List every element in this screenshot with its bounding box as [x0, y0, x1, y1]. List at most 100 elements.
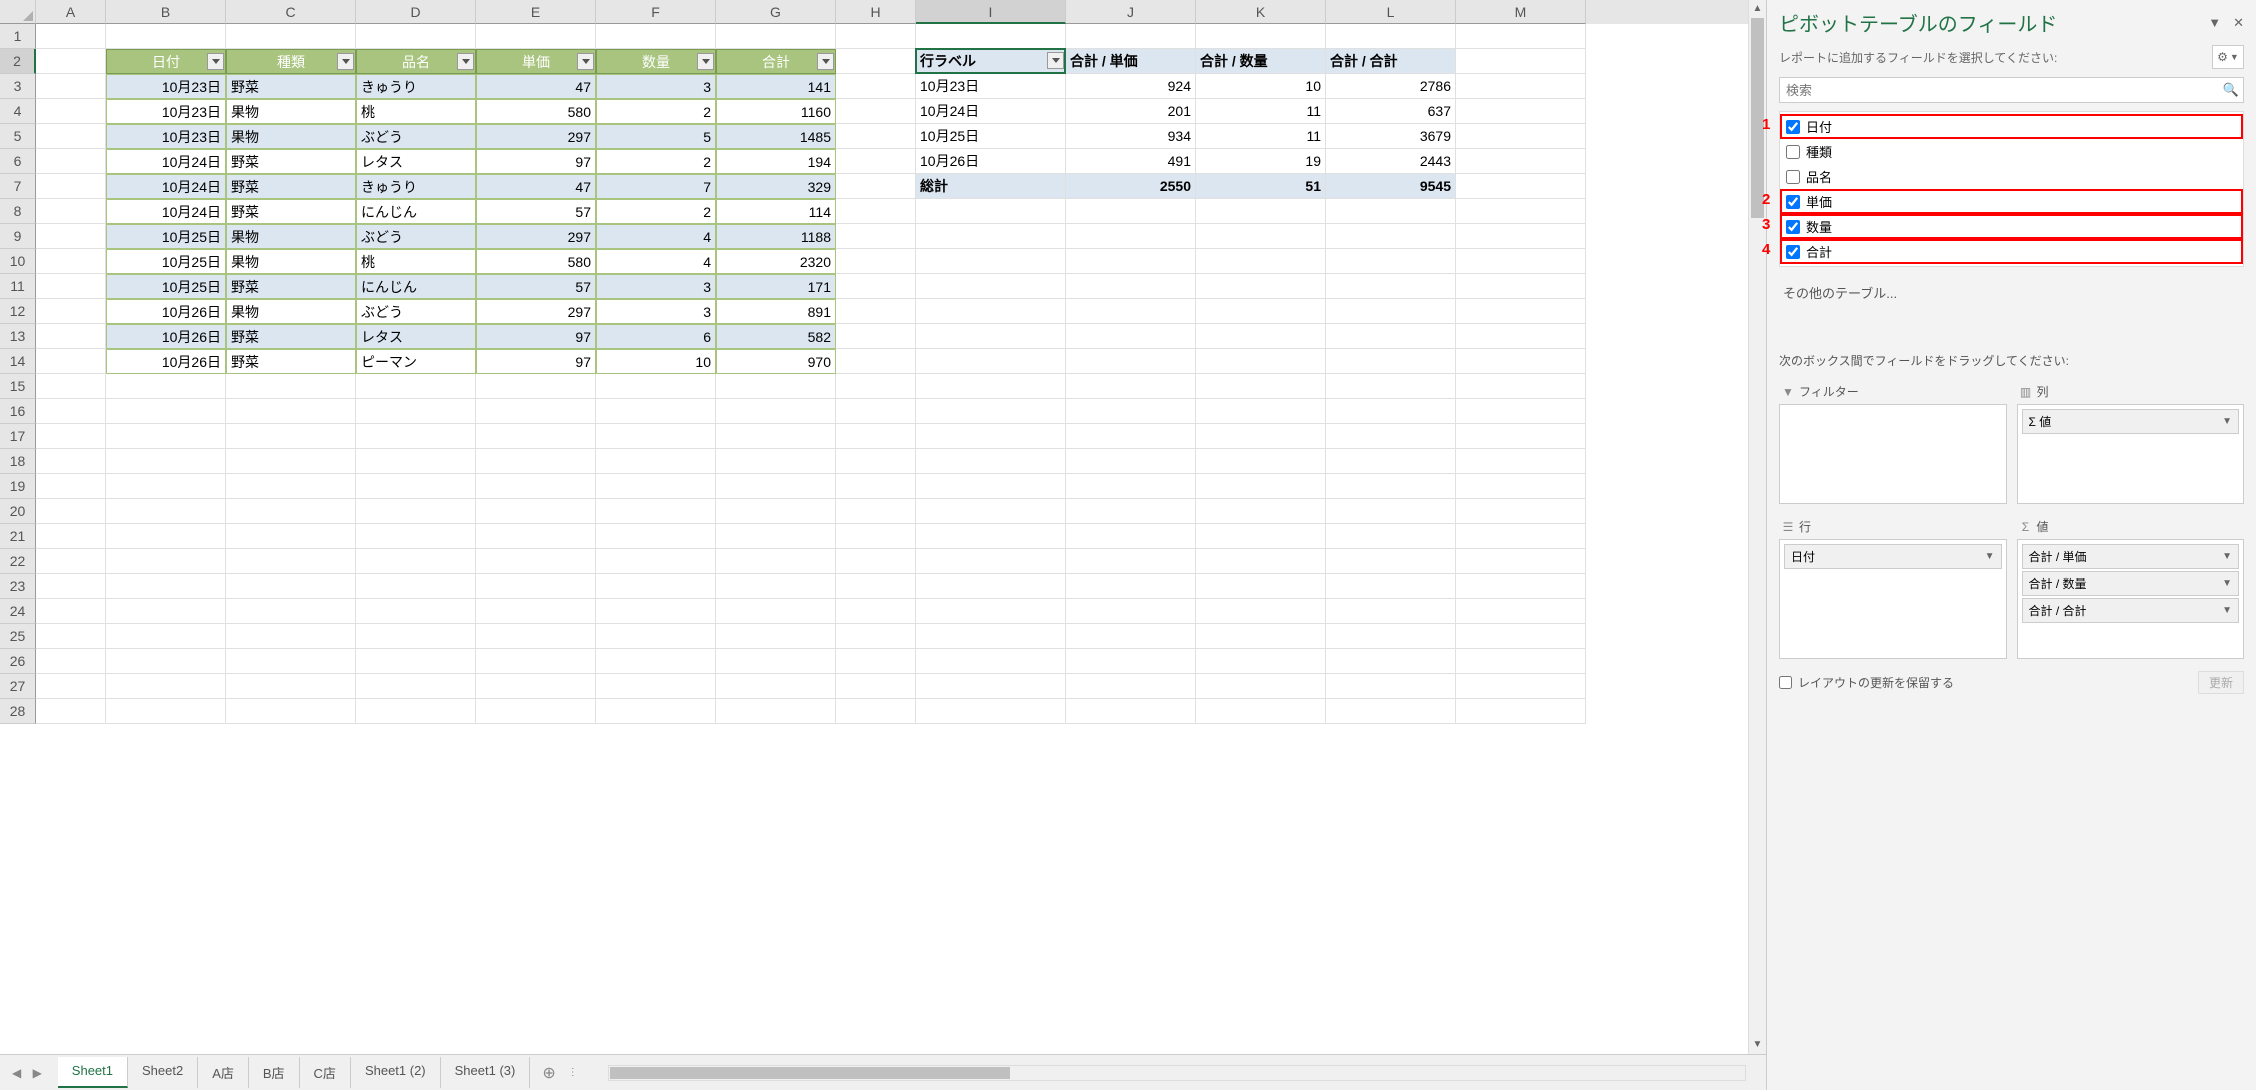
field-checkbox-種類[interactable] [1786, 145, 1800, 159]
cell-H27[interactable] [836, 674, 916, 699]
cell-F17[interactable] [596, 424, 716, 449]
cell-H17[interactable] [836, 424, 916, 449]
cell-K25[interactable] [1196, 624, 1326, 649]
cell-A14[interactable] [36, 349, 106, 374]
table-total[interactable]: 329 [716, 174, 836, 199]
cell-C15[interactable] [226, 374, 356, 399]
cell-D19[interactable] [356, 474, 476, 499]
cell-M22[interactable] [1456, 549, 1586, 574]
table-qty[interactable]: 5 [596, 124, 716, 149]
cell-H1[interactable] [836, 24, 916, 49]
chevron-down-icon[interactable]: ▼ [2222, 578, 2232, 589]
cell-C27[interactable] [226, 674, 356, 699]
cell-L21[interactable] [1326, 524, 1456, 549]
field-item-合計[interactable]: 合計4 [1780, 239, 2243, 264]
cell-A18[interactable] [36, 449, 106, 474]
pivot-price[interactable]: 934 [1066, 124, 1196, 149]
cell-J20[interactable] [1066, 499, 1196, 524]
table-name[interactable]: 桃 [356, 99, 476, 124]
cell-F27[interactable] [596, 674, 716, 699]
cell-A24[interactable] [36, 599, 106, 624]
cell-A28[interactable] [36, 699, 106, 724]
table-name[interactable]: きゅうり [356, 174, 476, 199]
cell-J13[interactable] [1066, 324, 1196, 349]
cell-A22[interactable] [36, 549, 106, 574]
horizontal-scrollbar[interactable] [608, 1065, 1746, 1081]
field-checkbox-数量[interactable] [1786, 220, 1800, 234]
cell-M27[interactable] [1456, 674, 1586, 699]
table-qty[interactable]: 6 [596, 324, 716, 349]
row-header-22[interactable]: 22 [0, 549, 36, 574]
cell-L25[interactable] [1326, 624, 1456, 649]
cell-D21[interactable] [356, 524, 476, 549]
cell-B16[interactable] [106, 399, 226, 424]
cell-L19[interactable] [1326, 474, 1456, 499]
cell-A9[interactable] [36, 224, 106, 249]
table-date[interactable]: 10月26日 [106, 324, 226, 349]
vertical-scrollbar[interactable]: ▲ ▼ [1748, 0, 1766, 1054]
cell-A1[interactable] [36, 24, 106, 49]
table-kind[interactable]: 果物 [226, 99, 356, 124]
cell-M28[interactable] [1456, 699, 1586, 724]
table-name[interactable]: きゅうり [356, 74, 476, 99]
pivot-price[interactable]: 201 [1066, 99, 1196, 124]
pivot-filter-dropdown[interactable] [1047, 52, 1064, 69]
cell-G15[interactable] [716, 374, 836, 399]
cell-C21[interactable] [226, 524, 356, 549]
cell-K21[interactable] [1196, 524, 1326, 549]
pivot-grand-total[interactable]: 9545 [1326, 174, 1456, 199]
cell-G26[interactable] [716, 649, 836, 674]
field-checkbox-品名[interactable] [1786, 170, 1800, 184]
cell-G25[interactable] [716, 624, 836, 649]
row-header-24[interactable]: 24 [0, 599, 36, 624]
table-total[interactable]: 114 [716, 199, 836, 224]
row-header-1[interactable]: 1 [0, 24, 36, 49]
table-total[interactable]: 1160 [716, 99, 836, 124]
column-header-E[interactable]: E [476, 0, 596, 24]
cell-M26[interactable] [1456, 649, 1586, 674]
cell-M17[interactable] [1456, 424, 1586, 449]
cell-E23[interactable] [476, 574, 596, 599]
defer-layout-checkbox[interactable]: レイアウトの更新を保留する [1779, 674, 1954, 691]
cell-H21[interactable] [836, 524, 916, 549]
field-item-数量[interactable]: 数量3 [1780, 214, 2243, 239]
pivot-qty[interactable]: 19 [1196, 149, 1326, 174]
table-name[interactable]: ぶどう [356, 124, 476, 149]
cell-M5[interactable] [1456, 124, 1586, 149]
cell-A11[interactable] [36, 274, 106, 299]
cell-I26[interactable] [916, 649, 1066, 674]
table-price[interactable]: 47 [476, 174, 596, 199]
cell-D22[interactable] [356, 549, 476, 574]
cell-M4[interactable] [1456, 99, 1586, 124]
cell-H25[interactable] [836, 624, 916, 649]
pivot-date[interactable]: 10月24日 [916, 99, 1066, 124]
cell-F16[interactable] [596, 399, 716, 424]
cell-H2[interactable] [836, 49, 916, 74]
sheet-tab-C店[interactable]: C店 [300, 1057, 351, 1088]
cell-G28[interactable] [716, 699, 836, 724]
cell-J27[interactable] [1066, 674, 1196, 699]
cell-K18[interactable] [1196, 449, 1326, 474]
table-price[interactable]: 57 [476, 274, 596, 299]
table-header-1[interactable]: 種類 [226, 49, 356, 74]
cell-A12[interactable] [36, 299, 106, 324]
cell-E15[interactable] [476, 374, 596, 399]
row-header-14[interactable]: 14 [0, 349, 36, 374]
cell-J25[interactable] [1066, 624, 1196, 649]
cell-I22[interactable] [916, 549, 1066, 574]
cell-C1[interactable] [226, 24, 356, 49]
cell-I10[interactable] [916, 249, 1066, 274]
cell-K27[interactable] [1196, 674, 1326, 699]
table-total[interactable]: 970 [716, 349, 836, 374]
table-kind[interactable]: 野菜 [226, 349, 356, 374]
cell-G24[interactable] [716, 599, 836, 624]
table-name[interactable]: ぶどう [356, 299, 476, 324]
values-zone-item[interactable]: 合計 / 単価▼ [2022, 544, 2240, 569]
table-kind[interactable]: 野菜 [226, 274, 356, 299]
scroll-up-arrow[interactable]: ▲ [1749, 0, 1766, 18]
cell-H13[interactable] [836, 324, 916, 349]
other-tables-link[interactable]: その他のテーブル... [1779, 273, 2244, 342]
table-date[interactable]: 10月23日 [106, 99, 226, 124]
cell-G21[interactable] [716, 524, 836, 549]
cell-J14[interactable] [1066, 349, 1196, 374]
